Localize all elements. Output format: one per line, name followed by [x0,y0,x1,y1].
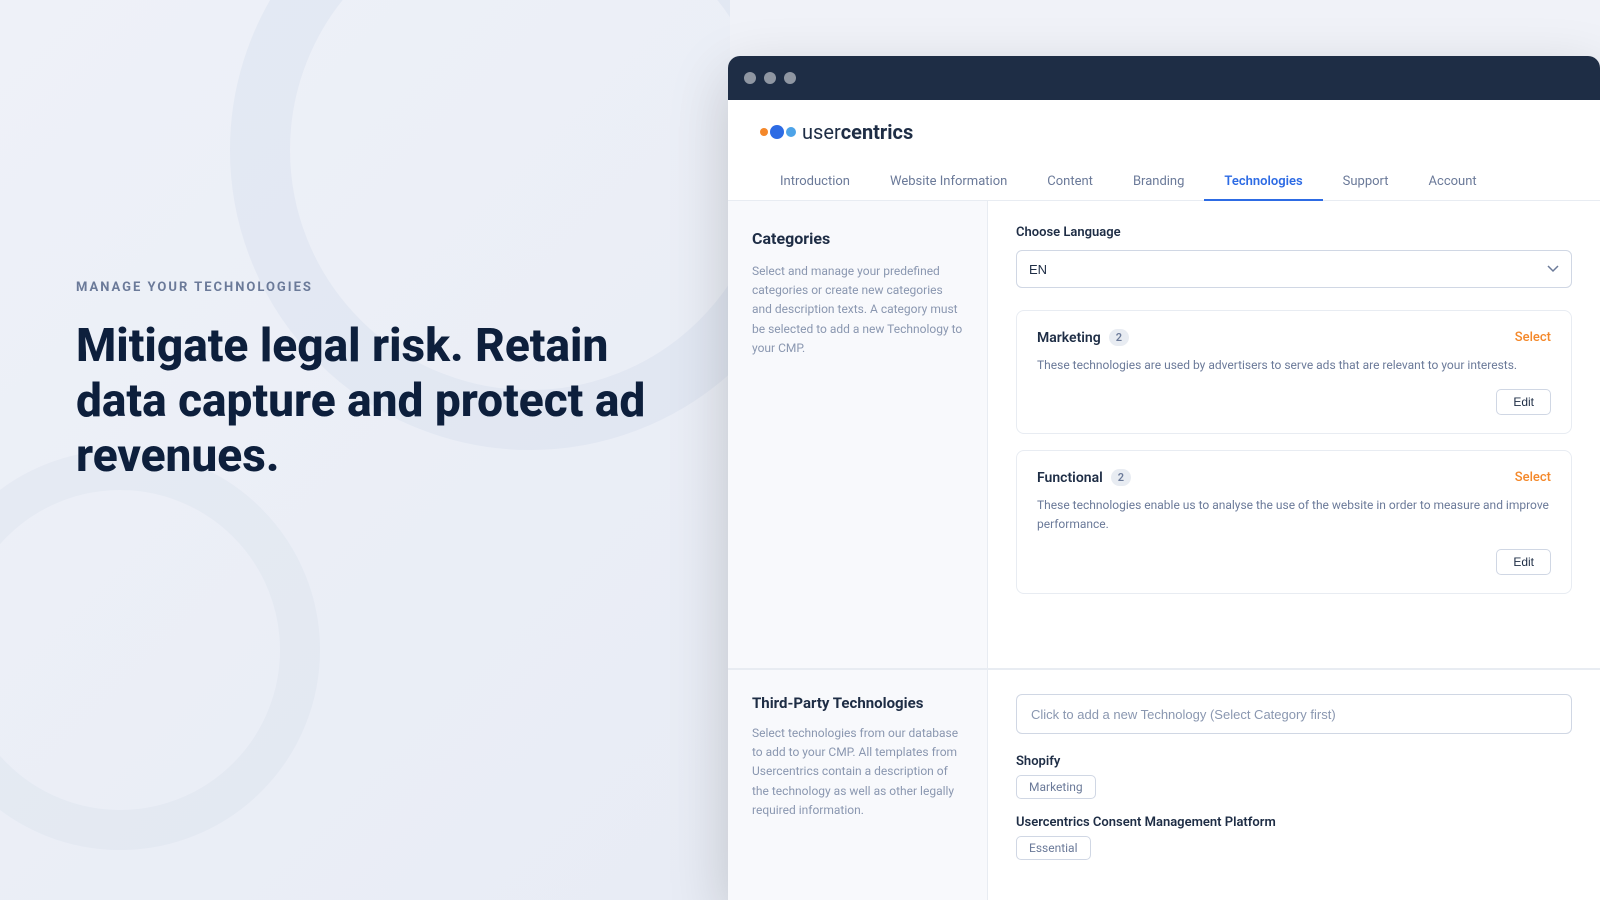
functional-edit-button[interactable]: Edit [1496,549,1551,575]
window-dot-3 [784,72,796,84]
tech-item-shopify: Shopify Marketing [1016,754,1572,799]
browser-titlebar [728,56,1600,100]
nav-tabs: Introduction Website Information Content… [760,164,1568,200]
usercentrics-tag: Essential [1016,836,1091,860]
left-content: MANAGE YOUR TECHNOLOGIES Mitigate legal … [76,280,690,485]
shopify-tag: Marketing [1016,775,1096,799]
add-technology-button[interactable]: Click to add a new Technology (Select Ca… [1016,694,1572,734]
categories-description: Select and manage your predefined catego… [752,262,963,358]
third-party-description: Select technologies from our database to… [752,724,963,820]
marketing-description: These technologies are used by advertise… [1037,356,1551,375]
window-dot-1 [744,72,756,84]
page-headline: Mitigate legal risk. Retain data capture… [76,319,690,485]
logo-dot-blue-small [786,127,796,137]
marketing-edit-button[interactable]: Edit [1496,389,1551,415]
shopify-name: Shopify [1016,754,1572,769]
page-subtitle: MANAGE YOUR TECHNOLOGIES [76,280,690,295]
deco-circle-2 [0,450,320,850]
window-dot-2 [764,72,776,84]
choose-language-label: Choose Language [1016,225,1572,240]
tab-content[interactable]: Content [1027,164,1113,201]
marketing-badge: 2 [1109,329,1129,346]
functional-name: Functional [1037,470,1103,486]
tab-account[interactable]: Account [1409,164,1497,201]
bottom-section: Third-Party Technologies Select technolo… [728,668,1600,900]
marketing-select-link[interactable]: Select [1515,330,1551,345]
third-party-panel: Third-Party Technologies Select technolo… [728,669,988,900]
tech-item-usercentrics: Usercentrics Consent Management Platform… [1016,815,1572,860]
logo-dot-orange [760,128,768,136]
marketing-name: Marketing [1037,330,1101,346]
logo-area: usercentrics [760,120,1568,144]
tab-branding[interactable]: Branding [1113,164,1204,201]
app-header: usercentrics Introduction Website Inform… [728,100,1600,201]
language-select[interactable]: EN [1016,250,1572,288]
third-party-right: Click to add a new Technology (Select Ca… [988,669,1600,900]
marketing-name-row: Marketing 2 [1037,329,1129,346]
category-card-functional: Functional 2 Select These technologies e… [1016,450,1572,593]
tab-introduction[interactable]: Introduction [760,164,870,201]
functional-card-header: Functional 2 Select [1037,469,1551,486]
logo-dot-blue-large [770,125,784,139]
usercentrics-name: Usercentrics Consent Management Platform [1016,815,1572,830]
functional-description: These technologies enable us to analyse … [1037,496,1551,534]
functional-badge: 2 [1111,469,1131,486]
third-party-title: Third-Party Technologies [752,694,963,712]
left-panel: MANAGE YOUR TECHNOLOGIES Mitigate legal … [0,0,730,900]
categories-title: Categories [752,229,963,248]
tab-website-information[interactable]: Website Information [870,164,1027,201]
logo-text: usercentrics [802,120,913,144]
functional-select-link[interactable]: Select [1515,470,1551,485]
category-card-marketing: Marketing 2 Select These technologies ar… [1016,310,1572,434]
functional-name-row: Functional 2 [1037,469,1131,486]
tab-technologies[interactable]: Technologies [1204,164,1322,201]
logo-icon [760,125,796,139]
marketing-card-header: Marketing 2 Select [1037,329,1551,346]
tab-support[interactable]: Support [1323,164,1409,201]
